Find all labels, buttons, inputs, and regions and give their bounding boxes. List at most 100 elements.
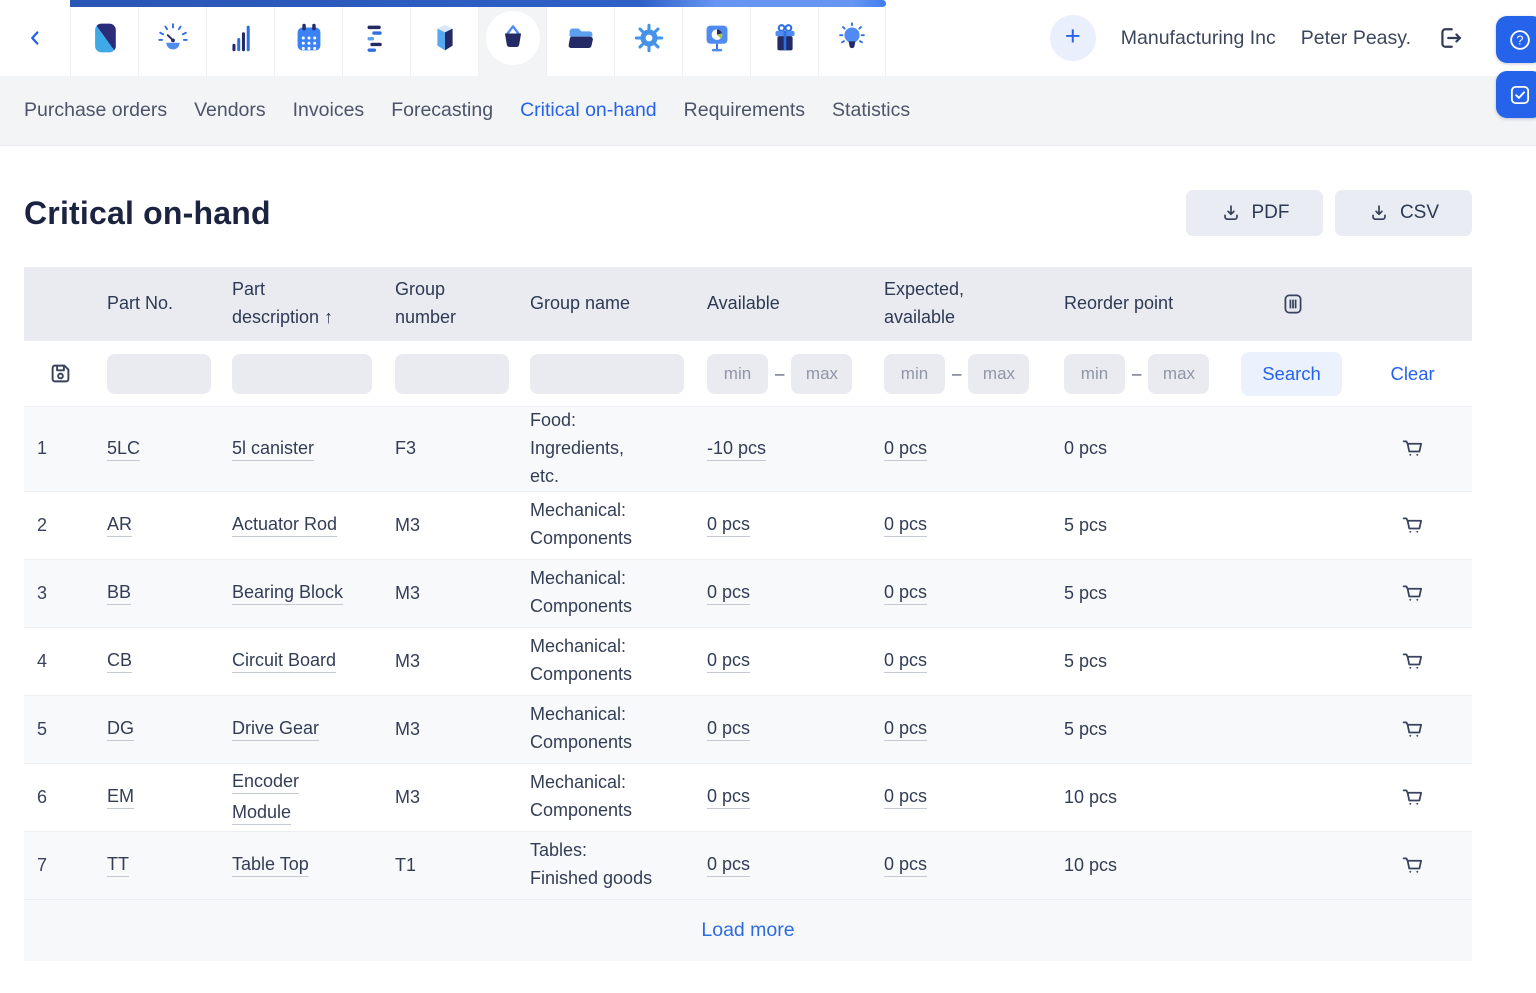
expected-available-link[interactable]: 0 pcs xyxy=(884,718,927,738)
app-tile-settings[interactable] xyxy=(614,0,682,76)
expected-available-link[interactable]: 0 pcs xyxy=(884,786,927,806)
part-no-link[interactable]: CB xyxy=(107,650,132,670)
column-header-available[interactable]: Available xyxy=(707,293,780,313)
expected-available-link[interactable]: 0 pcs xyxy=(884,582,927,602)
filter-expected-min-input[interactable] xyxy=(884,354,945,394)
column-header-part-no[interactable]: Part No. xyxy=(107,293,173,313)
table-row: 1 5LC 5l canister F3 Food: Ingredients, … xyxy=(24,406,1472,491)
download-csv-button[interactable]: CSV xyxy=(1335,190,1472,236)
part-no-link[interactable]: TT xyxy=(107,854,129,874)
filter-reorder-max-input[interactable] xyxy=(1148,354,1209,394)
app-tile-documents[interactable] xyxy=(546,0,614,76)
help-button[interactable]: ? xyxy=(1496,16,1536,63)
app-tile-rewards[interactable] xyxy=(750,0,818,76)
column-header-expected-available[interactable]: Expected, available xyxy=(884,279,964,327)
add-to-cart-button[interactable] xyxy=(1398,434,1427,463)
tasks-button[interactable] xyxy=(1496,71,1536,118)
available-link[interactable]: 0 pcs xyxy=(707,514,750,534)
available-link[interactable]: 0 pcs xyxy=(707,718,750,738)
available-link[interactable]: 0 pcs xyxy=(707,786,750,806)
presentation-board-icon xyxy=(698,19,736,57)
row-number: 7 xyxy=(24,855,107,876)
group-number-cell: M3 xyxy=(395,583,530,604)
sort-asc-icon: ↑ xyxy=(324,307,333,327)
tab-vendors[interactable]: Vendors xyxy=(194,99,266,122)
app-tile-tasks[interactable] xyxy=(342,0,410,76)
add-to-cart-button[interactable] xyxy=(1398,715,1427,744)
user-name[interactable]: Peter Peasy. xyxy=(1301,27,1411,50)
cart-icon xyxy=(1400,581,1425,606)
column-header-reorder-point[interactable]: Reorder point xyxy=(1064,293,1173,313)
app-tile-ideas[interactable] xyxy=(818,0,886,76)
dashboard-gauge-icon xyxy=(154,19,192,57)
available-link[interactable]: 0 pcs xyxy=(707,582,750,602)
app-tile-presentation[interactable] xyxy=(682,0,750,76)
part-description-link[interactable]: 5l canister xyxy=(232,438,314,458)
filter-available-max-input[interactable] xyxy=(791,354,852,394)
group-name-cell: Food: Ingredients, etc. xyxy=(530,407,707,491)
filter-expected-max-input[interactable] xyxy=(968,354,1029,394)
back-button[interactable] xyxy=(0,0,70,76)
filter-part-description-input[interactable] xyxy=(232,354,372,394)
app-tile-calendar[interactable] xyxy=(274,0,342,76)
available-link[interactable]: 0 pcs xyxy=(707,650,750,670)
part-description-link[interactable]: Circuit Board xyxy=(232,650,336,670)
search-button[interactable]: Search xyxy=(1241,352,1342,396)
filter-group-name-input[interactable] xyxy=(530,354,684,394)
save-filter-button[interactable] xyxy=(47,360,97,387)
logout-button[interactable] xyxy=(1436,24,1464,52)
tab-critical-on-hand[interactable]: Critical on-hand xyxy=(520,99,657,122)
download-pdf-button[interactable]: PDF xyxy=(1186,190,1323,236)
column-header-group-name[interactable]: Group name xyxy=(530,293,630,313)
expected-available-link[interactable]: 0 pcs xyxy=(884,438,927,458)
filter-available-min-input[interactable] xyxy=(707,354,768,394)
tab-statistics[interactable]: Statistics xyxy=(832,99,910,122)
cart-icon xyxy=(1400,853,1425,878)
expected-available-link[interactable]: 0 pcs xyxy=(884,514,927,534)
part-description-link[interactable]: Bearing Block xyxy=(232,582,343,602)
app-tile-logo[interactable] xyxy=(70,0,138,76)
column-header-part-description[interactable]: Part description ↑ xyxy=(232,279,333,327)
app-tile-dashboard[interactable] xyxy=(138,0,206,76)
group-number-cell: M3 xyxy=(395,515,530,536)
column-header-group-number[interactable]: Group number xyxy=(395,279,456,327)
add-button[interactable]: + xyxy=(1050,15,1096,61)
tab-purchase-orders[interactable]: Purchase orders xyxy=(24,99,167,122)
tab-requirements[interactable]: Requirements xyxy=(684,99,805,122)
table-row: 7 TT Table Top T1 Tables: Finished goods… xyxy=(24,831,1472,899)
app-tile-materials[interactable] xyxy=(410,0,478,76)
part-no-link[interactable]: BB xyxy=(107,582,131,602)
group-number-cell: M3 xyxy=(395,719,530,740)
clear-button[interactable]: Clear xyxy=(1390,363,1434,385)
add-to-cart-button[interactable] xyxy=(1398,851,1427,880)
filter-group-number-input[interactable] xyxy=(395,354,509,394)
table-row: 4 CB Circuit Board M3 Mechanical: Compon… xyxy=(24,627,1472,695)
part-no-link[interactable]: EM xyxy=(107,786,134,806)
filter-reorder-min-input[interactable] xyxy=(1064,354,1125,394)
part-description-link[interactable]: Table Top xyxy=(232,854,309,874)
group-name-cell: Mechanical: Components xyxy=(530,565,707,621)
add-to-cart-button[interactable] xyxy=(1398,783,1427,812)
expected-available-link[interactable]: 0 pcs xyxy=(884,854,927,874)
add-to-cart-button[interactable] xyxy=(1398,579,1427,608)
tab-forecasting[interactable]: Forecasting xyxy=(391,99,493,122)
load-more-button[interactable]: Load more xyxy=(701,919,794,942)
column-settings-button[interactable] xyxy=(1280,291,1472,317)
row-number: 3 xyxy=(24,583,107,604)
tab-invoices[interactable]: Invoices xyxy=(293,99,365,122)
app-tile-procurement[interactable] xyxy=(478,0,546,76)
part-no-link[interactable]: AR xyxy=(107,514,132,534)
filter-part-no-input[interactable] xyxy=(107,354,211,394)
available-link[interactable]: -10 pcs xyxy=(707,438,766,458)
part-description-link[interactable]: Encoder Module xyxy=(232,771,299,823)
add-to-cart-button[interactable] xyxy=(1398,647,1427,676)
expected-available-link[interactable]: 0 pcs xyxy=(884,650,927,670)
app-tile-analytics[interactable] xyxy=(206,0,274,76)
available-link[interactable]: 0 pcs xyxy=(707,854,750,874)
part-no-link[interactable]: DG xyxy=(107,718,134,738)
part-description-link[interactable]: Actuator Rod xyxy=(232,514,337,534)
organization-name[interactable]: Manufacturing Inc xyxy=(1121,27,1276,50)
part-description-link[interactable]: Drive Gear xyxy=(232,718,319,738)
add-to-cart-button[interactable] xyxy=(1398,511,1427,540)
part-no-link[interactable]: 5LC xyxy=(107,438,140,458)
